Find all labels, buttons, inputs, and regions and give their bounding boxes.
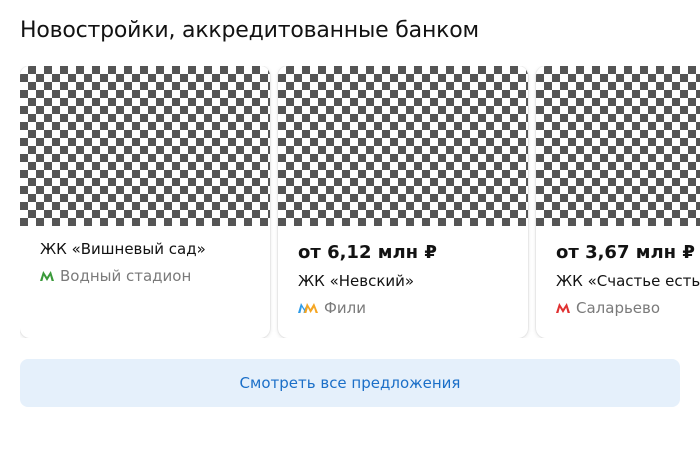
listing-card[interactable]: от 3,67 млн ₽ ЖК «Счастье есть» Саларьев… — [536, 66, 700, 338]
listing-photo-placeholder — [536, 66, 700, 226]
listing-info: от 6,12 млн ₽ ЖК «Невский» Фили — [278, 226, 528, 318]
view-all-offers-button[interactable]: Смотреть все предложения — [20, 359, 680, 407]
listing-info: ЖК «Вишневый сад» Водный стадион — [20, 226, 270, 286]
listing-name: ЖК «Счастье есть» — [556, 272, 700, 290]
metro-icon — [556, 303, 570, 313]
listing-metro: Саларьево — [556, 298, 700, 318]
listing-price: от 3,67 млн ₽ — [556, 242, 695, 263]
listing-name: ЖК «Вишневый сад» — [40, 240, 206, 258]
metro-station: Водный стадион — [60, 267, 192, 285]
listing-photo-placeholder — [278, 66, 528, 226]
listing-metro: Водный стадион — [40, 266, 250, 286]
section-title: Новостройки, аккредитованные банком — [20, 18, 479, 43]
metro-icon — [40, 271, 54, 281]
listing-card[interactable]: ЖК «Вишневый сад» Водный стадион — [20, 66, 270, 338]
metro-station: Фили — [324, 299, 366, 317]
metro-icon — [298, 303, 318, 313]
metro-station: Саларьево — [576, 299, 661, 317]
listing-metro: Фили — [298, 298, 508, 318]
listing-info: от 3,67 млн ₽ ЖК «Счастье есть» Саларьев… — [536, 226, 700, 318]
listing-photo-placeholder — [20, 66, 270, 226]
listing-name: ЖК «Невский» — [298, 272, 415, 290]
listing-price: от 6,12 млн ₽ — [298, 242, 437, 263]
page: Новостройки, аккредитованные банком ЖК «… — [0, 0, 700, 450]
listing-card[interactable]: от 6,12 млн ₽ ЖК «Невский» Фили — [278, 66, 528, 338]
listings-carousel[interactable]: ЖК «Вишневый сад» Водный стадион от 6,12… — [20, 66, 700, 338]
carousel-track: ЖК «Вишневый сад» Водный стадион от 6,12… — [20, 66, 700, 338]
